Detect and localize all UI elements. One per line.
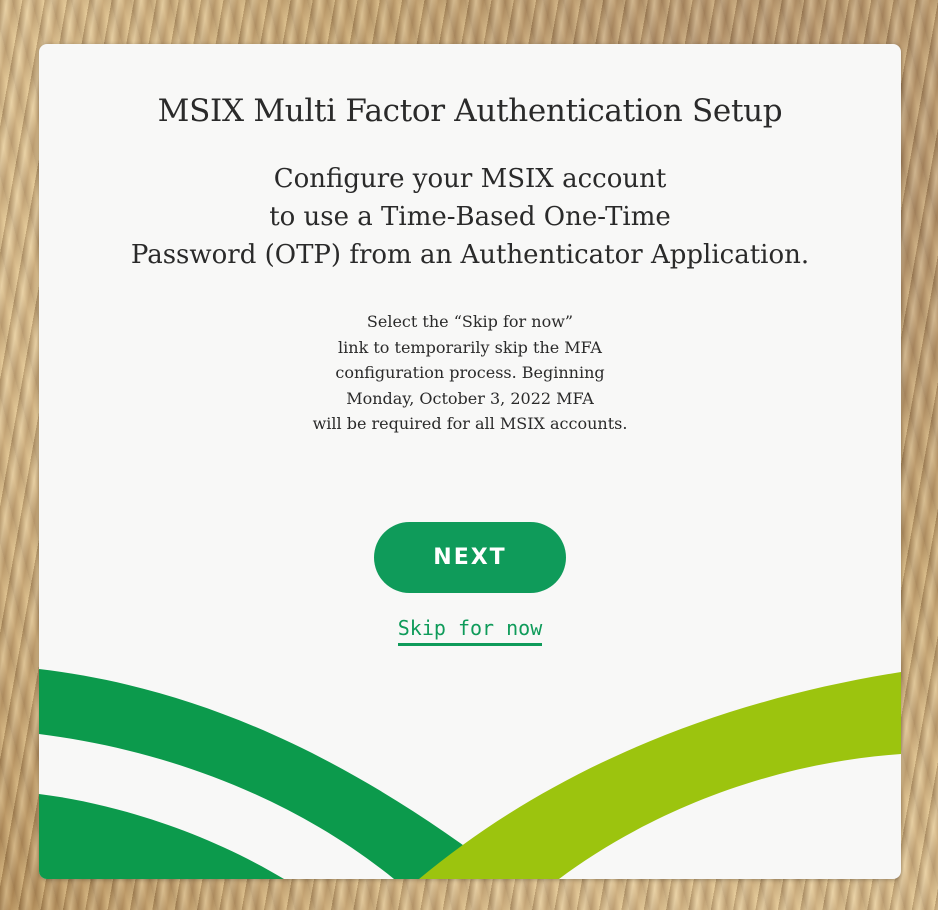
- decorative-swoosh-graphic: [39, 669, 901, 879]
- subtitle: Configure your MSIX account to use a Tim…: [39, 160, 901, 274]
- subtitle-line: Password (OTP) from an Authenticator App…: [130, 240, 810, 270]
- notice-line: Monday, October 3, 2022 MFA: [346, 388, 594, 408]
- subtitle-line: Configure your MSIX account: [273, 164, 667, 194]
- subtitle-line: to use a Time-Based One-Time: [269, 202, 671, 232]
- dark-green-band-lower: [39, 794, 284, 879]
- skip-link-container: Skip for now: [39, 616, 901, 646]
- notice-line: link to temporarily skip the MFA: [338, 337, 602, 357]
- skip-notice: Select the “Skip for now” link to tempor…: [39, 309, 901, 437]
- next-button[interactable]: NEXT: [374, 522, 566, 593]
- notice-line: will be required for all MSIX accounts.: [312, 414, 628, 433]
- mfa-setup-card: MSIX Multi Factor Authentication Setup C…: [39, 44, 901, 879]
- notice-line: configuration process. Beginning: [335, 363, 605, 382]
- skip-for-now-link[interactable]: Skip for now: [397, 616, 543, 646]
- notice-line: Select the “Skip for now”: [366, 312, 574, 331]
- page-title: MSIX Multi Factor Authentication Setup: [157, 93, 783, 129]
- lime-band: [419, 672, 901, 879]
